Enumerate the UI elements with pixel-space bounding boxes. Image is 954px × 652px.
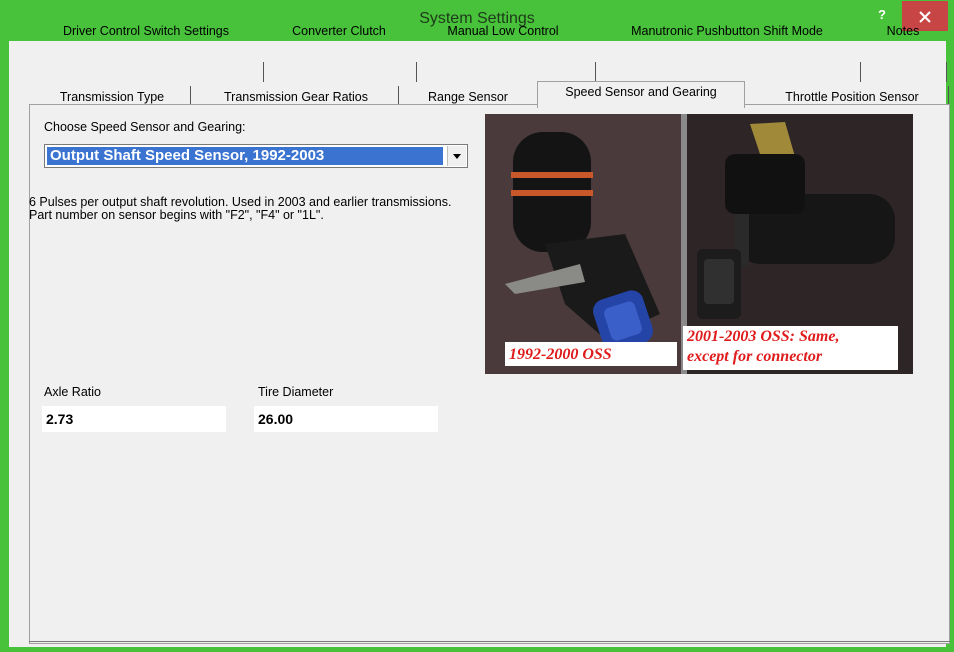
tab-converter-clutch[interactable]: Converter Clutch [280, 22, 398, 40]
tire-diameter-input[interactable]: 26.00 [254, 406, 438, 432]
speed-sensor-select[interactable]: Output Shaft Speed Sensor, 1992-2003 [44, 144, 468, 168]
tab-driver-control-switch-settings[interactable]: Driver Control Switch Settings [54, 22, 238, 40]
photo-caption-right-line2: except for connector [687, 348, 823, 366]
selected-sensor-text: Output Shaft Speed Sensor, 1992-2003 [47, 147, 443, 165]
tab-divider [946, 62, 947, 82]
dropdown-button[interactable] [447, 146, 466, 166]
tab-divider [595, 62, 596, 82]
tire-diameter-label: Tire Diameter [258, 385, 334, 399]
tab-divider [398, 86, 399, 106]
sensor-description: 6 Pulses per output shaft revolution. Us… [29, 195, 452, 222]
system-settings-window: System Settings ? Driver Control Switch … [0, 0, 954, 652]
tab-speed-sensor-and-gearing[interactable]: Speed Sensor and Gearing [537, 81, 745, 108]
tab-manutronic-pushbutton-shift-mode[interactable]: Manutronic Pushbutton Shift Mode [612, 22, 842, 40]
tab-divider [948, 86, 949, 106]
tab-divider [190, 86, 191, 106]
axle-ratio-input[interactable]: 2.73 [42, 406, 226, 432]
axle-ratio-label: Axle Ratio [44, 385, 101, 399]
choose-sensor-label: Choose Speed Sensor and Gearing: [44, 120, 246, 134]
tab-divider [263, 62, 264, 82]
tab-notes[interactable]: Notes [874, 22, 932, 40]
tab-divider [860, 62, 861, 82]
panel-bottom-edge [29, 641, 950, 642]
chevron-down-icon [453, 154, 461, 159]
photo-caption-right-line1: 2001-2003 OSS: Same, [687, 328, 840, 346]
sensor-photo: 1992-2000 OSS 2001-2003 OSS: Same, excep… [485, 114, 913, 374]
tab-divider [416, 62, 417, 82]
photo-caption-left: 1992-2000 OSS [509, 346, 612, 364]
tab-manual-low-control[interactable]: Manual Low Control [432, 22, 574, 40]
